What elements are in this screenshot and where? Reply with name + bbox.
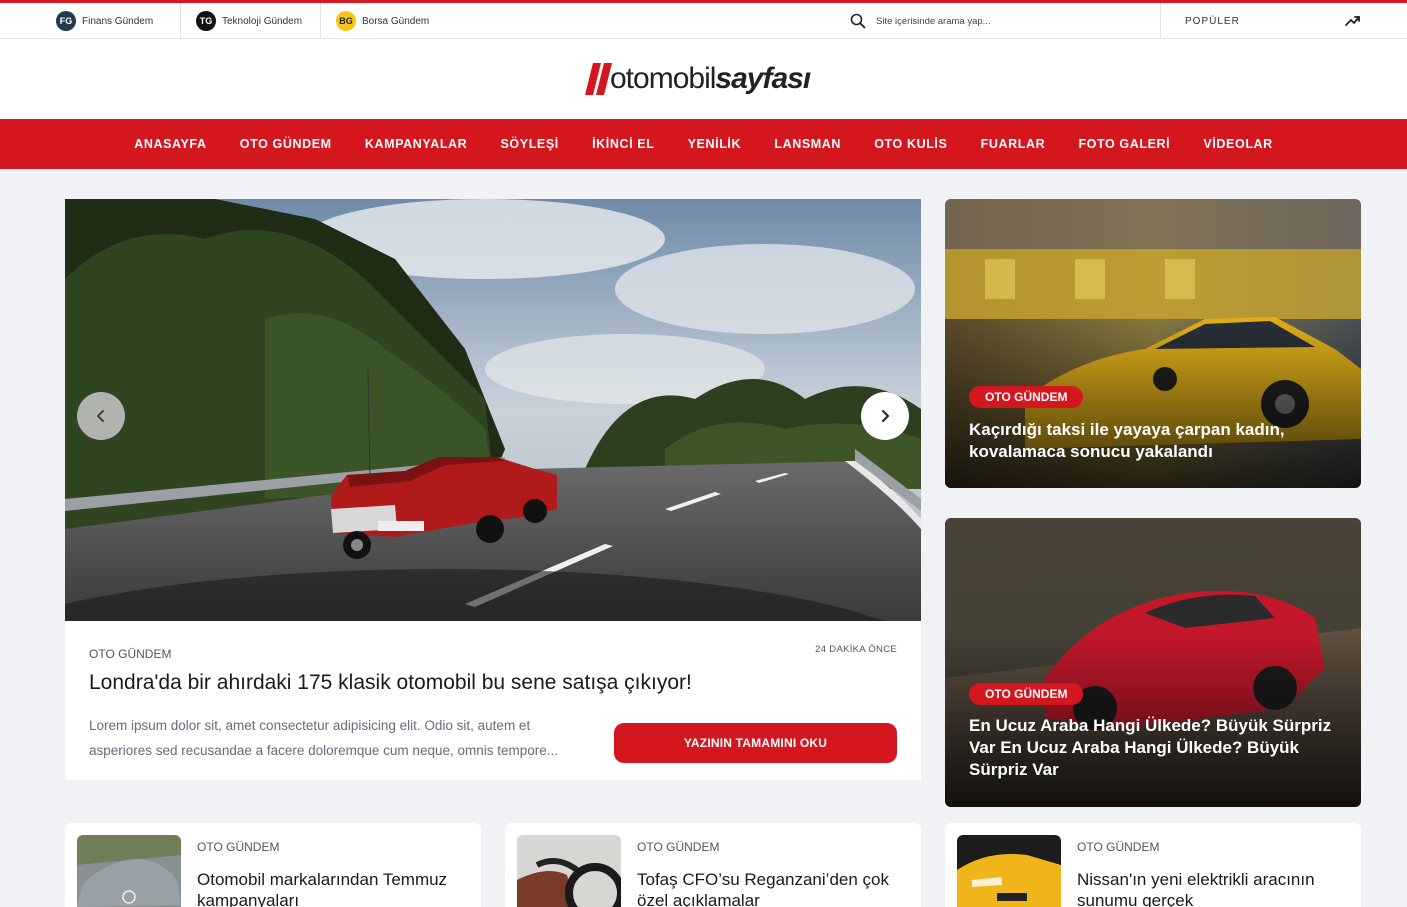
news-card[interactable]: OTO GÜNDEM Tofaş CFO’su Reganzani’den ço…	[505, 823, 921, 907]
nav-item-lansman[interactable]: LANSMAN	[758, 137, 858, 151]
nav-item-ikinci-el[interactable]: İKİNCİ EL	[575, 137, 671, 151]
popular-label[interactable]: POPÜLER	[1185, 3, 1240, 39]
nav-item-fuarlar[interactable]: FUARLAR	[964, 137, 1062, 151]
side-news-title[interactable]: En Ucuz Araba Hangi Ülkede? Büyük Sürpri…	[969, 715, 1339, 781]
side-news-tag[interactable]: OTO GÜNDEM	[969, 683, 1084, 705]
search-placeholder: Site içerisinde arama yap...	[876, 15, 991, 27]
nav-item-oto-gundem[interactable]: OTO GÜNDEM	[223, 137, 348, 151]
teknoloji-gundem-badge: TG	[196, 11, 216, 31]
news-card-title[interactable]: Tofaş CFO’su Reganzani’den çok özel açık…	[637, 869, 907, 907]
chevron-right-icon	[882, 410, 889, 422]
divider	[180, 3, 181, 39]
news-card-category[interactable]: OTO GÜNDEM	[1077, 840, 1159, 854]
slider-next-button[interactable]	[861, 392, 909, 440]
finans-gundem-badge: FG	[56, 11, 76, 31]
borsa-gundem-link[interactable]: BG Borsa Gündem	[336, 3, 429, 39]
site-logo[interactable]: otomobil sayfası	[585, 59, 811, 99]
top-bar: FG Finans Gündem TG Teknoloji Gündem BG …	[0, 0, 1407, 39]
logo-text-sayfasi: sayfası	[715, 62, 811, 95]
news-card-thumbnail[interactable]	[957, 835, 1061, 907]
divider	[1160, 3, 1161, 39]
nav-item-yenilik[interactable]: YENİLİK	[671, 137, 758, 151]
logo-row: otomobil sayfası	[0, 39, 1407, 119]
finans-gundem-label: Finans Gündem	[82, 15, 154, 27]
side-news-tag[interactable]: OTO GÜNDEM	[969, 386, 1084, 408]
logo-mark-icon	[585, 63, 612, 95]
teknoloji-gundem-link[interactable]: TG Teknoloji Gündem	[196, 3, 302, 39]
main-nav: ANASAYFA OTO GÜNDEM KAMPANYALAR SÖYLEŞİ …	[0, 119, 1407, 169]
teknoloji-gundem-label: Teknoloji Gündem	[222, 15, 303, 27]
logo-text-otomobil: otomobil	[610, 62, 716, 95]
chevron-left-icon	[97, 410, 104, 422]
hero-category[interactable]: OTO GÜNDEM	[89, 647, 171, 661]
borsa-gundem-badge: BG	[336, 11, 356, 31]
divider	[320, 3, 321, 39]
news-card-category[interactable]: OTO GÜNDEM	[197, 840, 279, 854]
trending-up-icon[interactable]	[1345, 15, 1361, 27]
borsa-gundem-label: Borsa Gündem	[362, 15, 430, 27]
nav-item-kampanyalar[interactable]: KAMPANYALAR	[348, 137, 484, 151]
hero-timestamp: 24 DAKİKA ÖNCE	[815, 644, 897, 655]
read-more-button[interactable]: YAZININ TAMAMINI OKU	[614, 723, 897, 763]
side-news-title[interactable]: Kaçırdığı taksi ile yayaya çarpan kadın,…	[969, 419, 1339, 463]
search-input[interactable]: Site içerisinde arama yap...	[850, 3, 991, 39]
nav-item-soylesi[interactable]: SÖYLEŞİ	[484, 137, 576, 151]
news-card-thumbnail[interactable]	[517, 835, 621, 907]
slider-prev-button[interactable]	[77, 392, 125, 440]
side-news-card[interactable]: OTO GÜNDEM En Ucuz Araba Hangi Ülkede? B…	[945, 518, 1361, 807]
hero-excerpt: Lorem ipsum dolor sit, amet consectetur …	[89, 718, 559, 758]
side-news-card[interactable]: OTO GÜNDEM Kaçırdığı taksi ile yayaya ça…	[945, 199, 1361, 488]
nav-item-anasayfa[interactable]: ANASAYFA	[118, 137, 224, 151]
hero-slider: OTO GÜNDEM 24 DAKİKA ÖNCE Londra'da bir …	[65, 199, 921, 780]
nav-item-videolar[interactable]: VİDEOLAR	[1187, 137, 1290, 151]
news-card-title[interactable]: Otomobil markalarından Temmuz kampanyala…	[197, 869, 467, 907]
news-card[interactable]: OTO GÜNDEM Nissan'ın yeni elektrikli ara…	[945, 823, 1361, 907]
news-card[interactable]: OTO GÜNDEM Otomobil markalarından Temmuz…	[65, 823, 481, 907]
hero-image[interactable]	[65, 199, 921, 621]
news-card-thumbnail[interactable]	[77, 835, 181, 907]
news-card-category[interactable]: OTO GÜNDEM	[637, 840, 719, 854]
news-card-title[interactable]: Nissan'ın yeni elektrikli aracının sunum…	[1077, 869, 1347, 907]
hero-title[interactable]: Londra'da bir ahırdaki 175 klasik otomob…	[89, 671, 692, 695]
search-icon[interactable]	[850, 13, 866, 29]
nav-item-foto-galeri[interactable]: FOTO GALERİ	[1062, 137, 1187, 151]
nav-item-oto-kulis[interactable]: OTO KULİS	[858, 137, 964, 151]
finans-gundem-link[interactable]: FG Finans Gündem	[56, 3, 153, 39]
